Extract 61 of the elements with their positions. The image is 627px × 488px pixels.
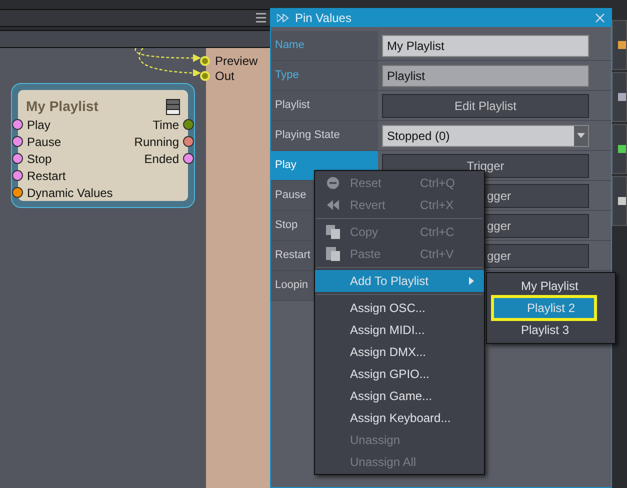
menu-label: Paste [350, 246, 382, 263]
menu-label: Copy [350, 224, 380, 241]
connection-arrows [133, 48, 203, 76]
menu-label: Add To Playlist [350, 273, 430, 290]
row-label[interactable]: Name [271, 31, 378, 60]
sidebar-tab[interactable] [612, 72, 627, 122]
layers-icon[interactable] [166, 98, 180, 114]
sidebar-tab[interactable] [612, 20, 627, 70]
menu-label: Assign GPIO... [350, 366, 430, 383]
type-field: Playlist [382, 64, 589, 86]
pin-label: Preview [215, 53, 258, 70]
menu-label: Unassign [350, 432, 402, 449]
sidebar-tab[interactable] [612, 124, 627, 174]
menu-label: Unassign All [350, 454, 418, 471]
submenu-arrow-icon [469, 277, 474, 285]
row-label[interactable]: Type [271, 61, 378, 90]
submenu-item[interactable]: Playlist 2 [493, 297, 595, 319]
pin-label: Play [27, 116, 50, 134]
tool-icon [618, 145, 626, 153]
menu-icon[interactable] [256, 13, 266, 23]
copy-icon [324, 224, 340, 240]
menu-item[interactable]: Add To Playlist [315, 270, 484, 292]
pin-label: Stop [27, 150, 52, 168]
menu-item[interactable]: Assign OSC... [315, 297, 484, 319]
menu-item[interactable]: Assign GPIO... [315, 363, 484, 385]
pin-label: Out [215, 68, 234, 85]
tool-icon [618, 93, 626, 101]
pin-label: Dynamic Values [27, 184, 113, 202]
row-label[interactable]: Playlist [271, 91, 378, 120]
minus-icon [326, 176, 340, 190]
pin-label: Pause [27, 134, 62, 150]
paste-icon [324, 246, 340, 262]
pin-label: Ended [144, 150, 179, 168]
menu-item[interactable]: Assign Keyboard... [315, 407, 484, 429]
menu-item[interactable]: Assign Game... [315, 385, 484, 407]
submenu-item[interactable]: Playlist 3 [487, 319, 615, 341]
caret-icon [577, 133, 585, 138]
state-dropdown[interactable]: Stopped (0) [382, 124, 589, 146]
pin-label: Restart [27, 168, 66, 184]
tool-icon [618, 197, 626, 205]
menu-item[interactable]: Assign DMX... [315, 341, 484, 363]
menu-label: Assign DMX... [350, 344, 428, 361]
name-field[interactable]: My Playlist [382, 34, 589, 56]
dropdown-value: Stopped (0) [386, 128, 451, 144]
submenu-item[interactable]: My Playlist [487, 275, 615, 297]
menu-item[interactable]: Assign MIDI... [315, 319, 484, 341]
pin-label: Time [152, 116, 179, 134]
pin-label: Running [134, 134, 179, 150]
menu-label: Assign MIDI... [350, 322, 426, 339]
menu-label: Assign Keyboard... [350, 410, 452, 427]
node-title: My Playlist [26, 97, 98, 116]
panel-title: Pin Values [295, 10, 352, 27]
sidebar-tab[interactable] [612, 176, 627, 226]
menu-label: Assign OSC... [350, 300, 426, 317]
menu-label: Assign Game... [350, 388, 434, 405]
tool-icon [618, 41, 626, 49]
shortcut-label: Ctrl+V [420, 246, 455, 263]
close-icon[interactable] [595, 13, 605, 23]
double-arrow-icon [277, 14, 289, 22]
value-button[interactable]: Edit Playlist [382, 94, 589, 118]
row-label[interactable]: Playing State [271, 121, 378, 150]
